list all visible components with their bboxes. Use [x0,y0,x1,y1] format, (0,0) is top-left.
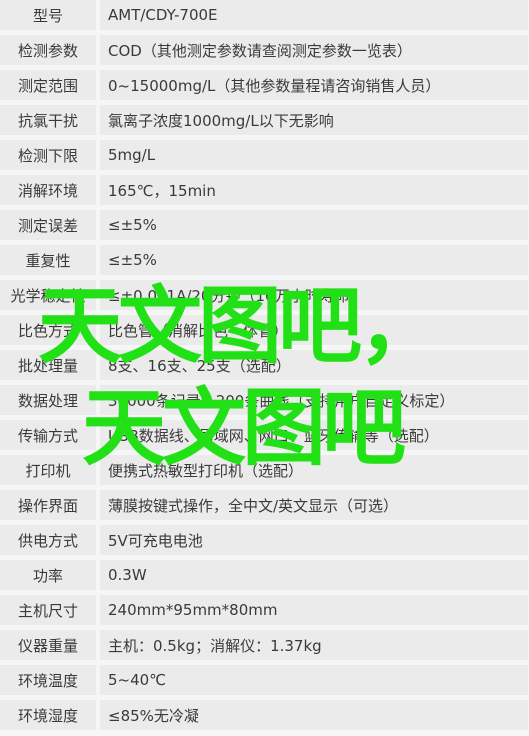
spec-value: 5~40℃ [100,665,528,695]
spec-value: 8支、16支、25支（选配） [100,350,528,380]
table-row: 测定误差 ≤±5% [0,210,529,240]
table-row: 供电方式 5V可充电电池 [0,525,529,555]
spec-label: 打印机 [0,455,96,485]
table-row: 功率 0.3W [0,560,529,590]
spec-label: 批处理量 [0,350,96,380]
spec-value: 比色管（消解比色一体管） [100,315,528,345]
table-row: 型号 AMT/CDY-700E [0,0,529,30]
spec-value: 主机：0.5kg；消解仪：1.37kg [100,630,528,660]
table-row: 批处理量 8支、16支、25支（选配） [0,350,529,380]
spec-label: 测定误差 [0,210,96,240]
spec-label: 仪器重量 [0,630,96,660]
spec-value: 240mm*95mm*80mm [100,595,528,625]
table-row: 环境湿度 ≤85%无冷凝 [0,700,529,730]
table-row: 抗氯干扰 氯离子浓度1000mg/L以下无影响 [0,105,529,135]
spec-value: ≤±5% [100,245,528,275]
spec-label: 检测参数 [0,35,96,65]
spec-label: 主机尺寸 [0,595,96,625]
spec-value: 0.3W [100,560,528,590]
table-row: 传输方式 USB数据线、局域网、网口、蓝牙传输等（选配） [0,420,529,450]
spec-label: 重复性 [0,245,96,275]
table-row: 打印机 便携式热敏型打印机（选配） [0,455,529,485]
spec-label: 操作界面 [0,490,96,520]
table-row: 检测参数 COD（其他测定参数请查阅测定参数一览表） [0,35,529,65]
table-row: 测定范围 0~15000mg/L（其他参数量程请咨询销售人员） [0,70,529,100]
spec-label: 功率 [0,560,96,590]
spec-value: ≤±5% [100,210,528,240]
spec-value: 5mg/L [100,140,528,170]
spec-value: ≤±0.001A/20分钟（10万小时寿命） [100,280,528,310]
table-row: 消解环境 165℃，15min [0,175,529,205]
spec-value: 5V可充电电池 [100,525,528,555]
table-row: 光学稳定性 ≤±0.001A/20分钟（10万小时寿命） [0,280,529,310]
spec-label: 消解环境 [0,175,96,205]
spec-value: USB数据线、局域网、网口、蓝牙传输等（选配） [100,420,528,450]
table-row: 检测下限 5mg/L [0,140,529,170]
spec-label: 数据处理 [0,385,96,415]
table-row: 主机尺寸 240mm*95mm*80mm [0,595,529,625]
spec-table: 型号 AMT/CDY-700E 检测参数 COD（其他测定参数请查阅测定参数一览表）测… [0,0,529,735]
spec-value: 便携式热敏型打印机（选配） [100,455,528,485]
spec-label: 环境温度 [0,665,96,695]
spec-label: 检测下限 [0,140,96,170]
spec-value: COD（其他测定参数请查阅测定参数一览表） [100,35,528,65]
spec-label: 环境湿度 [0,700,96,730]
spec-label: 供电方式 [0,525,96,555]
spec-label: 传输方式 [0,420,96,450]
spec-value: 165℃，15min [100,175,528,205]
spec-value: ≤85%无冷凝 [100,700,528,730]
spec-value: 0~15000mg/L（其他参数量程请咨询销售人员） [100,70,528,100]
spec-label: 型号 [0,0,96,30]
table-row: 比色方式 比色管（消解比色一体管） [0,315,529,345]
table-row: 操作界面 薄膜按键式操作，全中文/英文显示（可选） [0,490,529,520]
spec-label: 比色方式 [0,315,96,345]
spec-label: 测定范围 [0,70,96,100]
table-row: 仪器重量 主机：0.5kg；消解仪：1.37kg [0,630,529,660]
spec-label: 光学稳定性 [0,280,96,310]
spec-value: 薄膜按键式操作，全中文/英文显示（可选） [100,490,528,520]
table-row: 重复性 ≤±5% [0,245,529,275]
spec-value: AMT/CDY-700E [100,0,528,30]
spec-label: 抗氯干扰 [0,105,96,135]
table-row: 数据处理 30000条记录，200条曲线（支持用户自定义标定） [0,385,529,415]
spec-value: 30000条记录，200条曲线（支持用户自定义标定） [100,385,528,415]
spec-value: 氯离子浓度1000mg/L以下无影响 [100,105,528,135]
table-row: 环境温度 5~40℃ [0,665,529,695]
